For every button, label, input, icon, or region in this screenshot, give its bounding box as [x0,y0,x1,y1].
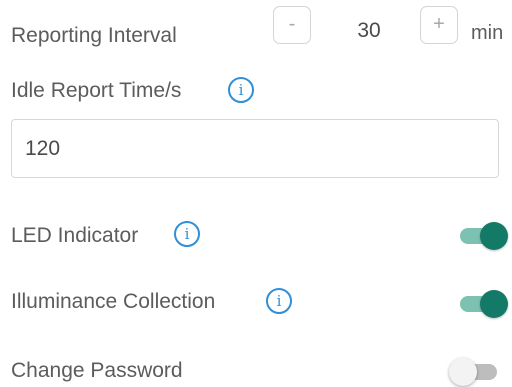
led-indicator-toggle[interactable] [460,220,508,252]
info-icon[interactable]: i [174,221,200,247]
illuminance-collection-toggle[interactable] [460,288,508,320]
led-indicator-label: LED Indicator [11,224,139,247]
toggle-knob [449,358,477,386]
reporting-interval-unit: min [471,22,504,44]
decrement-button[interactable]: - [273,6,311,44]
reporting-interval-value[interactable]: 30 [342,20,396,41]
toggle-knob [480,290,508,318]
info-icon[interactable]: i [228,77,254,103]
toggle-knob [480,222,508,250]
change-password-toggle[interactable] [449,356,499,387]
idle-report-time-label: Idle Report Time/s [11,79,182,102]
reporting-interval-label: Reporting Interval [11,24,177,47]
change-password-label: Change Password [11,359,183,382]
idle-report-time-input[interactable] [11,119,499,178]
illuminance-collection-label: Illuminance Collection [11,290,216,313]
info-icon[interactable]: i [266,288,292,314]
increment-button[interactable]: + [420,6,458,44]
